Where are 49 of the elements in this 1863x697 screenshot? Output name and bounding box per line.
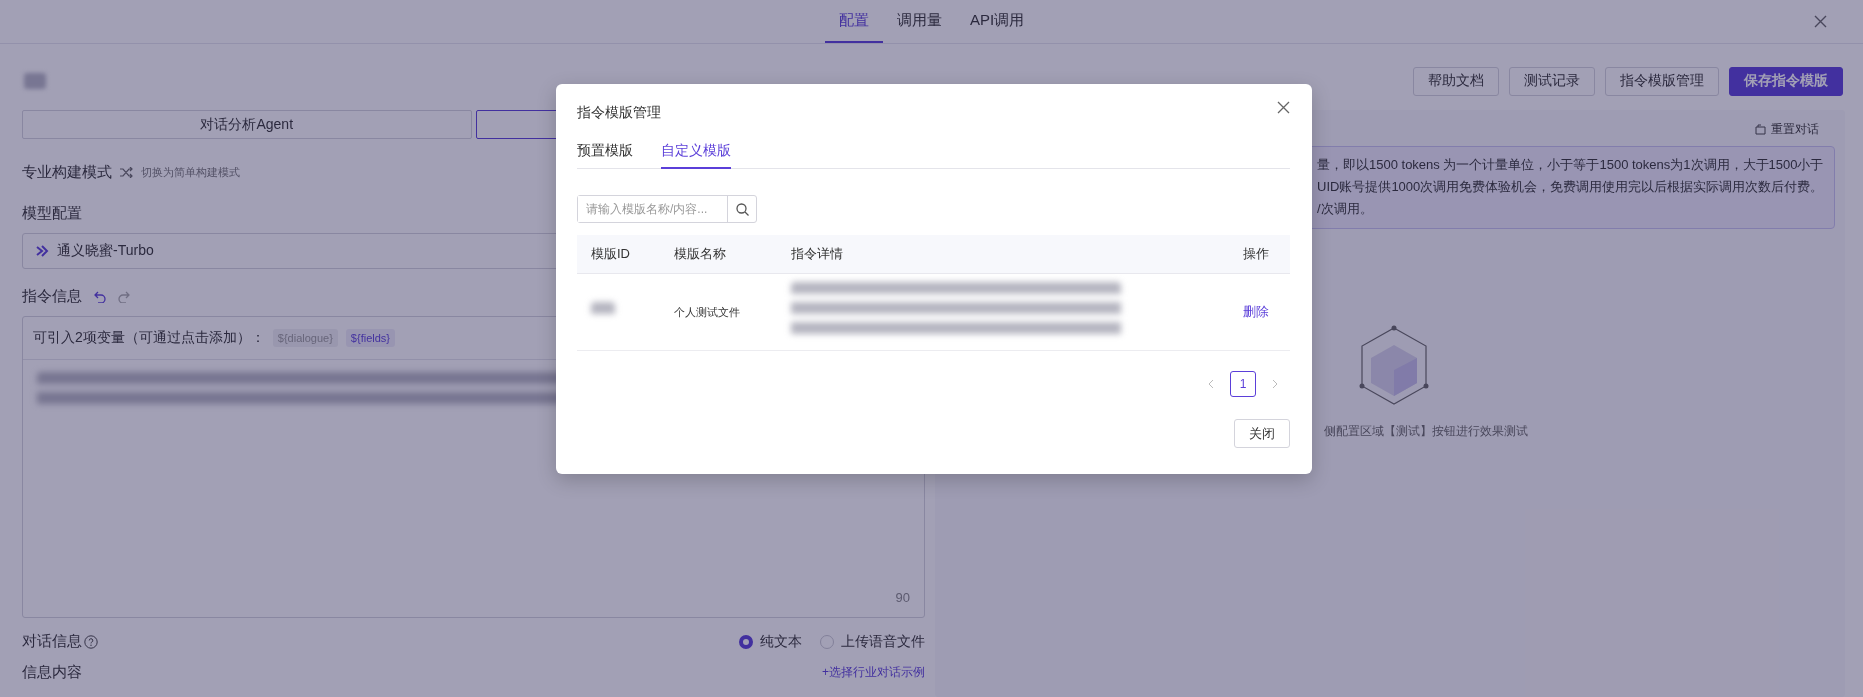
chevron-right-icon[interactable] (1272, 379, 1278, 389)
column-header: 指令详情 (777, 235, 1223, 274)
page-button[interactable]: 1 (1230, 371, 1256, 397)
close-button[interactable]: 关闭 (1234, 419, 1290, 448)
redo-icon[interactable] (118, 290, 130, 303)
chevron-left-icon[interactable] (1208, 379, 1214, 389)
reset-icon (1755, 124, 1766, 135)
toolbar-button[interactable]: 指令模版管理 (1605, 66, 1719, 96)
notice-text: /次调用。 (1317, 200, 1374, 218)
switch-mode-link[interactable]: 切换为简单构建模式 (141, 165, 240, 180)
character-count: 90 (895, 590, 910, 605)
section-label: 信息内容 (22, 663, 82, 682)
variable-tag[interactable]: ${fields} (345, 329, 395, 347)
table-cell: 个人测试文件 (660, 273, 778, 351)
section-label: 指令信息 (22, 287, 82, 306)
search-icon[interactable] (735, 202, 749, 216)
reset-button[interactable]: 重置对话 (1749, 120, 1825, 139)
blurred-icon (24, 73, 46, 89)
column-header: 操作 (1222, 235, 1290, 274)
toolbar-button[interactable]: 帮助文档 (1413, 66, 1499, 96)
tab[interactable]: 自定义模版 (661, 142, 731, 169)
shuffle-icon (120, 167, 133, 178)
delete-link[interactable]: 删除 (1222, 273, 1290, 351)
toolbar-button[interactable]: 测试记录 (1509, 66, 1595, 96)
undo-icon[interactable] (94, 290, 106, 303)
tab[interactable]: API调用 (955, 0, 1039, 43)
agent-tab[interactable]: 对话分析Agent (22, 110, 472, 139)
model-logo-icon (35, 244, 49, 258)
dialog-title: 指令模版管理 (577, 104, 661, 122)
notice-text: 量，即以1500 tokens 为一个计量单位，小于等于1500 tokens为1次调用，大于1500小于 (1317, 156, 1824, 174)
column-header: 模版ID (577, 235, 661, 274)
mode-label: 专业构建模式 (22, 163, 112, 182)
empty-hint: 侧配置区域【测试】按钮进行效果测试 (1324, 423, 1528, 440)
search-field[interactable]: 请输入模版名称/内容... (577, 195, 757, 223)
close-icon[interactable] (1814, 15, 1827, 28)
close-icon[interactable] (1277, 101, 1290, 114)
tab[interactable]: 调用量 (882, 0, 956, 43)
variables-hint: 可引入2项变量（可通过点击添加）： (33, 329, 265, 347)
section-label: 对话信息 (22, 632, 82, 651)
toolbar-button[interactable]: 保存指令模版 (1729, 66, 1843, 96)
column-header: 模版名称 (660, 235, 778, 274)
section-label: 模型配置 (22, 204, 82, 223)
notice-text: UID账号提供1000次调用免费体验机会，免费调用使用完以后根据实际调用次数后付费。 (1317, 178, 1824, 196)
help-icon (84, 634, 98, 649)
tab[interactable]: 预置模版 (577, 142, 633, 169)
radio-option[interactable]: 纯文本 (739, 632, 802, 651)
tab[interactable]: 配置 (824, 0, 883, 43)
example-link[interactable]: +选择行业对话示例 (822, 664, 925, 681)
radio-option[interactable]: 上传语音文件 (820, 632, 925, 651)
